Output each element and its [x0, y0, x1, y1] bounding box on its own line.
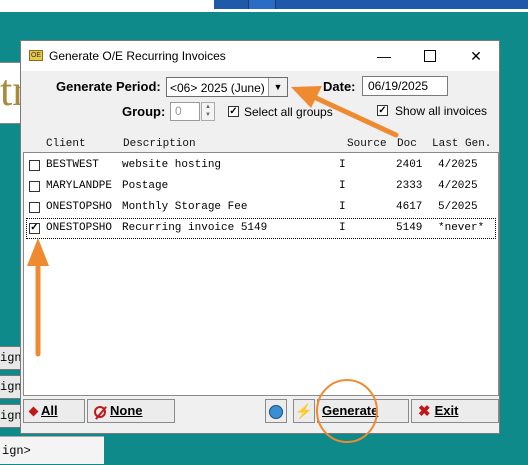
- select-all-groups-label: Select all groups: [244, 105, 333, 119]
- cell-doc: 5149: [396, 222, 423, 234]
- cell-client: BESTWEST: [46, 159, 99, 171]
- cell-source: I: [339, 222, 346, 234]
- table-row-selected[interactable]: ✓ ONESTOPSHO Recurring invoice 5149 I 51…: [26, 218, 496, 239]
- none-button[interactable]: None: [87, 399, 175, 423]
- column-header-doc: Doc: [397, 138, 417, 150]
- column-header-description: Description: [123, 138, 196, 150]
- cell-doc: 2333: [396, 180, 423, 192]
- exit-button-label: Exit: [434, 403, 459, 418]
- background-blue-bar: [214, 0, 528, 9]
- cell-description: Recurring invoice 5149: [122, 222, 268, 234]
- cell-description: website hosting: [122, 159, 222, 171]
- cell-source: I: [339, 201, 346, 213]
- period-value: <06> 2025 (June): [170, 81, 265, 95]
- cell-client: ONESTOPSHO: [46, 201, 113, 213]
- clock-button[interactable]: [265, 399, 287, 423]
- cell-last-gen: 4/2025: [438, 180, 478, 192]
- diamond-icon: [28, 406, 39, 417]
- table-row[interactable]: ONESTOPSHO Monthly Storage Fee I 4617 5/…: [26, 197, 496, 218]
- cell-source: I: [339, 180, 346, 192]
- lightning-button[interactable]: ⚡: [293, 399, 315, 423]
- cell-description: Postage: [122, 180, 169, 192]
- close-button[interactable]: ✕: [453, 41, 499, 71]
- column-header-last-gen: Last Gen.: [432, 138, 492, 150]
- none-button-label: None: [110, 403, 143, 418]
- exit-button[interactable]: ✖ Exit: [411, 399, 499, 423]
- x-icon: ✖: [418, 402, 431, 420]
- show-all-invoices-checkbox[interactable]: ✓: [377, 105, 388, 116]
- cell-source: I: [339, 159, 346, 171]
- all-button-label: All: [41, 403, 58, 418]
- row-checkbox[interactable]: ✓: [29, 223, 40, 234]
- cell-doc: 4617: [396, 201, 423, 213]
- cell-client: MARYLANDPE: [46, 180, 113, 192]
- table-row[interactable]: MARYLANDPE Postage I 2333 4/2025: [26, 176, 496, 197]
- column-header-client: Client: [46, 138, 86, 150]
- date-label: Date:: [323, 79, 356, 94]
- cell-last-gen: 4/2025: [438, 159, 478, 171]
- all-button[interactable]: All: [23, 399, 85, 423]
- cell-description: Monthly Storage Fee: [122, 201, 248, 213]
- column-header-source: Source: [347, 138, 387, 150]
- cell-last-gen: 5/2025: [438, 201, 478, 213]
- cell-last-gen: *never*: [438, 222, 485, 234]
- background-bottom-button[interactable]: ign>: [0, 436, 104, 464]
- row-checkbox[interactable]: [29, 181, 40, 192]
- table-row[interactable]: BESTWEST website hosting I 2401 4/2025: [26, 155, 496, 176]
- generate-period-label: Generate Period:: [56, 79, 161, 94]
- invoice-list[interactable]: BESTWEST website hosting I 2401 4/2025 M…: [23, 152, 499, 396]
- app-icon: OE: [29, 50, 43, 61]
- lightning-icon: ⚡: [295, 403, 313, 419]
- group-spinner[interactable]: ▲ ▼: [201, 102, 215, 121]
- generate-button-label: Generate: [322, 403, 379, 418]
- row-checkbox[interactable]: [29, 202, 40, 213]
- date-field[interactable]: 06/19/2025: [362, 76, 448, 96]
- title-bar: OE Generate O/E Recurring Invoices — ✕: [21, 41, 499, 71]
- row-checkbox[interactable]: [29, 160, 40, 171]
- clock-icon: [269, 405, 283, 419]
- group-field[interactable]: 0: [170, 102, 200, 121]
- group-label: Group:: [122, 104, 166, 119]
- maximize-button[interactable]: [407, 41, 453, 71]
- generate-button[interactable]: Generate: [317, 399, 409, 423]
- cell-doc: 2401: [396, 159, 423, 171]
- recurring-invoices-dialog: OE Generate O/E Recurring Invoices — ✕ G…: [20, 40, 500, 434]
- chevron-down-icon[interactable]: ▼: [268, 78, 287, 96]
- cell-client: ONESTOPSHO: [46, 222, 113, 234]
- minimize-button[interactable]: —: [361, 41, 407, 71]
- dialog-title: Generate O/E Recurring Invoices: [49, 49, 226, 63]
- generate-period-select[interactable]: <06> 2025 (June) ▼: [166, 77, 288, 97]
- show-all-invoices-label: Show all invoices: [395, 104, 488, 118]
- prohibited-icon: [94, 405, 106, 418]
- maximize-icon: [424, 50, 436, 63]
- select-all-groups-checkbox[interactable]: ✓: [228, 106, 239, 117]
